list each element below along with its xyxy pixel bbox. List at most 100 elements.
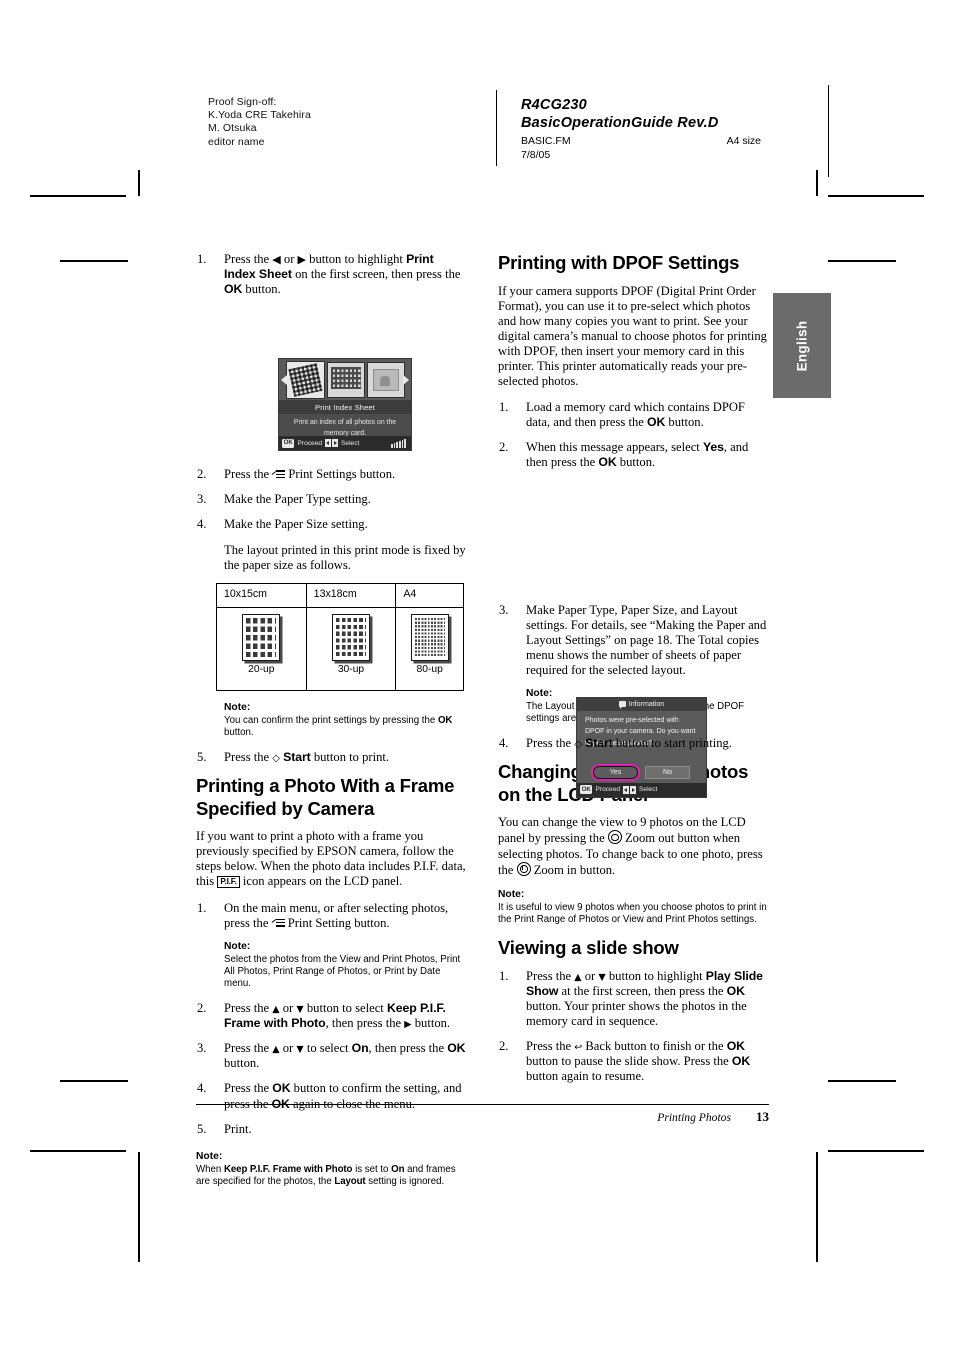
lcd-screen-description: Print an index of all photos on the memo… [293, 419, 397, 437]
crop-mark-bottom-right-h [828, 1150, 924, 1152]
note-text: When Keep P.I.F. Frame with Photo is set… [196, 1163, 456, 1187]
footer-section-name: Printing Photos [657, 1111, 731, 1124]
proof-signoff: Proof Sign-off: K.Yoda CRE Takehira M. O… [208, 96, 311, 149]
lcd-thumbnail-photo [366, 361, 405, 398]
note-select-photos: Note: Select the photos from the View an… [196, 941, 467, 990]
step-item: 4. Press the OK button to confirm the se… [196, 1081, 467, 1111]
crop-mark-top-right-v [816, 170, 818, 196]
step-text: Make the Paper Size setting. [224, 517, 368, 532]
note-text: Select the photos from the View and Prin… [224, 953, 461, 989]
sheet-thumbnail-80up [410, 613, 449, 661]
step-number: 1. [499, 400, 509, 415]
lcd-status-select-label: Select [639, 786, 658, 794]
lcd-no-button[interactable]: No [645, 765, 690, 779]
document-paper-size: A4 size [726, 135, 761, 147]
table-row: 20-up 30-up 80-up [216, 606, 464, 691]
lcd-thumbnail-strip [279, 359, 411, 401]
ok-key-icon: OK [282, 438, 295, 448]
lcd-thumbnail-index-sheet [285, 360, 325, 399]
column-header-10x15: 10x15cm [216, 582, 307, 608]
step-item: 1. On the main menu, or after selecting … [196, 901, 467, 931]
left-column: 1. Press the ◀ or ▶ button to highlight … [196, 252, 467, 1199]
left-right-key-icon [325, 439, 339, 448]
lcd-info-title: Information [628, 700, 665, 709]
step-item: 1. Press the ▲ or ▼ button to highlight … [498, 969, 769, 1029]
step4-continuation: The layout printed in this print mode is… [224, 542, 466, 572]
step-text: Press the ▲ or ▼ button to highlight Pla… [526, 968, 763, 1028]
lcd-info-buttons: Yes No [577, 763, 706, 782]
lcd-info-dialog-figure: Information Photos were pre-selected wit… [498, 481, 769, 798]
language-tab-label: English [794, 320, 810, 371]
proof-signoff-line-1: K.Yoda CRE Takehira [208, 109, 311, 122]
column-header-a4: A4 [395, 582, 464, 608]
right-arrow-icon: ▶ [404, 1019, 412, 1031]
lcd-yes-button[interactable]: Yes [590, 763, 641, 782]
step-text: Press the ◀ or ▶ button to highlight Pri… [224, 252, 461, 297]
layout-cell-80up: 80-up [395, 606, 464, 691]
lcd-signal-icon [390, 438, 408, 448]
lcd-screen-title: Print Index Sheet [279, 400, 411, 415]
pif-icon: P.I.F. [217, 876, 240, 889]
lcd-status-proceed-label: Proceed [297, 439, 323, 447]
sheet-thumbnail-30up [332, 613, 370, 661]
up-arrow-icon: ▲ [272, 1004, 280, 1016]
down-arrow-icon: ▼ [598, 971, 606, 983]
document-title: BasicOperationGuide Rev.D [521, 115, 719, 131]
lcd-scroll-left-icon [281, 375, 287, 386]
lcd-first-screen-figure: Print Index Sheet Print an index of all … [196, 307, 467, 467]
page-footer: Printing Photos 13 [196, 1109, 769, 1125]
step-item: 3. Make the Paper Type setting. [196, 492, 467, 507]
print-index-sheet-steps-2: 2. Press the Print Settings button. 3. M… [196, 467, 467, 532]
crop-mark-top-left-inner [60, 260, 128, 262]
crop-mark-bottom-left-inner [60, 1080, 128, 1082]
dpof-steps: 1. Load a memory card which contains DPO… [498, 400, 769, 470]
proof-signoff-line-0: Proof Sign-off: [208, 96, 277, 108]
footer-page-number: 13 [756, 1109, 769, 1124]
document-date: 7/8/05 [521, 148, 551, 161]
footer-divider [196, 1104, 769, 1106]
step-number: 2. [197, 467, 207, 482]
step-number: 2. [499, 440, 509, 455]
step-text: Press the ▲ or ▼ button to select Keep P… [224, 1001, 451, 1031]
step-text: Press the ◇ Start button to start printi… [526, 736, 732, 751]
layout-caption-30up: 30-up [337, 663, 365, 675]
dpof-intro-paragraph: If your camera supports DPOF (Digital Pr… [498, 283, 767, 389]
information-icon [618, 701, 626, 710]
step-item: 3. Make Paper Type, Paper Size, and Layo… [498, 603, 769, 678]
left-arrow-icon: ◀ [272, 253, 281, 266]
down-arrow-icon: ▼ [296, 1004, 304, 1016]
print-index-sheet-steps-3: 5. Press the ◇ Start button to print. [196, 750, 467, 765]
paper-size-layout-table: 10x15cm 13x18cm A4 20-up 30-up 80-up [216, 582, 464, 691]
right-column: Printing with DPOF Settings If your came… [498, 252, 769, 1094]
ok-key-icon: OK [580, 785, 593, 795]
slide-show-steps: 1. Press the ▲ or ▼ button to highlight … [498, 969, 769, 1085]
sheet-thumbnail-20up [242, 613, 281, 661]
step-text: Load a memory card which contains DPOF d… [526, 400, 745, 430]
step-item: 2. When this message appears, select Yes… [498, 440, 769, 470]
print-settings-menu-icon [271, 918, 285, 928]
step-item: 2. Press the ↩ Back button to finish or … [498, 1039, 769, 1084]
step-number: 4. [197, 1081, 207, 1096]
step-number: 5. [197, 750, 207, 765]
step-text: Make Paper Type, Paper Size, and Layout … [526, 602, 767, 677]
table-header-row: 10x15cm 13x18cm A4 [216, 582, 464, 608]
lcd-status-proceed-label: Proceed [595, 786, 621, 794]
start-button-icon: ◇ [272, 753, 280, 765]
dpof-steps-3: 4. Press the ◇ Start button to start pri… [498, 736, 769, 751]
right-arrow-icon: ▶ [297, 253, 307, 266]
crop-mark-bottom-left-v [138, 1152, 140, 1262]
manual-page: Proof Sign-off: K.Yoda CRE Takehira M. O… [0, 0, 954, 1350]
column-header-13x18: 13x18cm [305, 582, 397, 608]
lcd-info-titlebar: Information [577, 697, 706, 711]
lcd-thumbnail-grid [326, 361, 365, 398]
language-tab: English [773, 293, 831, 398]
crop-mark-top-left-h [30, 195, 126, 197]
step-item: 5. Press the ◇ Start button to print. [196, 750, 467, 765]
document-filename: BASIC.FM [521, 135, 571, 147]
step-item: 1. Press the ◀ or ▶ button to highlight … [196, 252, 467, 297]
heading-printing-with-dpof: Printing with DPOF Settings [498, 252, 740, 273]
document-identifier: R4CG230 BasicOperationGuide Rev.D [521, 96, 719, 132]
note-view-nine-photos: Note: It is useful to view 9 photos when… [498, 889, 769, 926]
step-item: 4. Press the ◇ Start button to start pri… [498, 736, 769, 751]
layout-caption-80up: 80-up [416, 663, 443, 675]
